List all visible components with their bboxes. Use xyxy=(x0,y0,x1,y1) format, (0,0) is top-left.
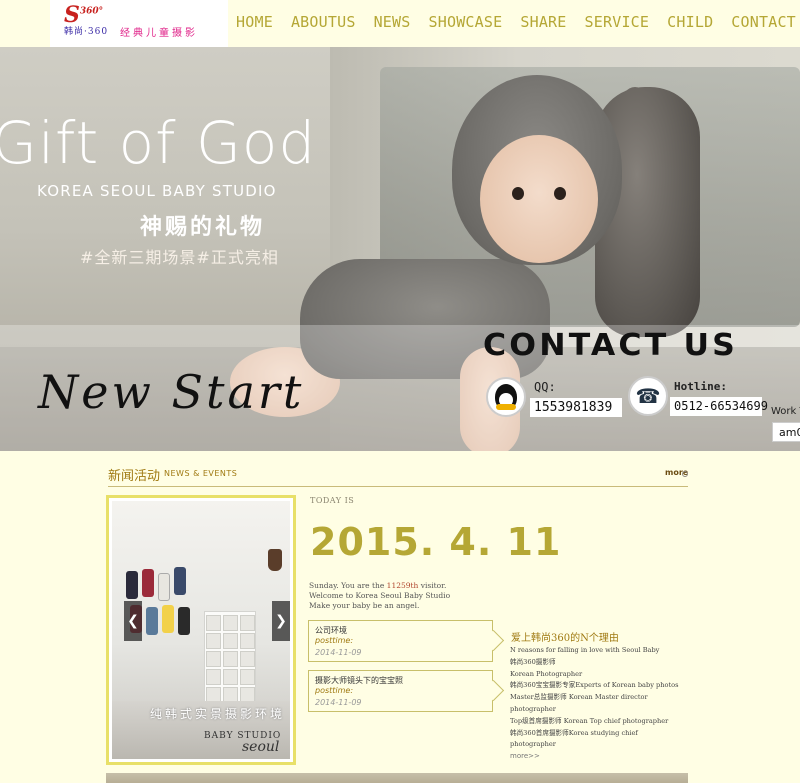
reasons-line: Top级首席摄影师 Korean Top chief photographer xyxy=(510,716,669,725)
shelf-grid xyxy=(206,615,255,703)
news-item-date: 2014-11-09 xyxy=(315,648,362,657)
nav-aboutus[interactable]: ABOUTUS xyxy=(291,13,356,31)
qq-icon[interactable] xyxy=(486,377,526,417)
qq-number[interactable]: 1553981839 xyxy=(530,398,622,417)
reasons-line: photographer xyxy=(510,704,556,713)
logo-brand-text: 韩尚·360 xyxy=(64,27,109,37)
wall-lamp xyxy=(268,549,282,571)
logo-tagline: 经典儿童摄影 xyxy=(120,28,198,39)
banner-slogan: New Start xyxy=(38,365,305,419)
site-header: S360° 韩尚·360 经典儿童摄影 HOME ABOUTUS NEWS SH… xyxy=(0,0,800,47)
main-nav: HOME ABOUTUS NEWS SHOWCASE SHARE SERVICE… xyxy=(236,13,800,31)
reasons-line: 韩尚360宝宝摄影专家Experts of Korean baby photos xyxy=(510,681,679,690)
slider-next-icon[interactable]: ❯ xyxy=(272,601,290,641)
reasons-title[interactable]: 爱上韩尚360的N个理由 xyxy=(511,629,619,644)
nav-child[interactable]: CHILD xyxy=(667,13,713,31)
studio-photo: ❮ ❯ 纯韩式实景摄影环境 BABY STUDIO seoul xyxy=(112,501,290,759)
today-label: TODAY IS xyxy=(310,496,355,505)
banner-zh-title: 神赐的礼物 xyxy=(140,215,266,240)
reasons-line: Korean Photographer xyxy=(510,669,583,678)
news-item-posttime-label: posttime: xyxy=(315,686,354,695)
hotline-number[interactable]: 0512-66534699 xyxy=(670,397,768,416)
reasons-line: 韩尚360首席摄影师Korea studying chief xyxy=(510,728,638,737)
more-circle-icon[interactable] xyxy=(682,471,688,477)
nav-share[interactable]: SHARE xyxy=(520,13,566,31)
visitor-count: 11259th xyxy=(386,581,419,590)
banner-zh-subtitle: #全新三期场景#正式亮相 xyxy=(80,248,279,267)
news-item[interactable]: 摄影大师镜头下的宝宝照 posttime: 2014-11-09 xyxy=(308,670,493,712)
reasons-more-link[interactable]: more>> xyxy=(510,752,540,760)
angel-text: Make your baby be an angel. xyxy=(309,601,420,610)
news-item[interactable]: 公司环境 posttime: 2014-11-09 xyxy=(308,620,493,662)
reasons-list: N reasons for falling in love with Seoul… xyxy=(510,645,690,751)
hotline-label: Hotline: xyxy=(674,380,727,393)
reasons-line: Master总监摄影师 Korean Master director xyxy=(510,693,648,702)
nav-home[interactable]: HOME xyxy=(236,13,273,31)
visitor-info: Sunday. You are the 11259th visitor. Wel… xyxy=(309,581,451,610)
current-date: 2015. 4. 11 xyxy=(310,520,562,564)
baby-eye-left xyxy=(512,187,524,200)
nav-contact[interactable]: CONTACT xyxy=(731,13,796,31)
reasons-line: photographer xyxy=(510,740,556,749)
site-logo[interactable]: S360° 韩尚·360 经典儿童摄影 xyxy=(50,0,228,47)
news-item-date: 2014-11-09 xyxy=(315,698,362,707)
welcome-text: Welcome to Korea Seoul Baby Studio xyxy=(309,591,451,600)
contact-heading: CONTACT US xyxy=(483,328,739,363)
news-item-posttime-label: posttime: xyxy=(315,636,354,645)
photo-brand-script: seoul xyxy=(242,739,280,755)
nav-news[interactable]: NEWS xyxy=(374,13,411,31)
hero-banner: Gift of God KOREA SEOUL BABY STUDIO 神赐的礼… xyxy=(0,47,800,451)
news-heading-en: NEWS & EVENTS xyxy=(164,469,238,478)
reasons-line: N reasons for falling in love with Seoul… xyxy=(510,646,660,654)
news-item-title[interactable]: 公司环境 xyxy=(315,625,347,636)
baby-face xyxy=(480,135,598,263)
news-heading-zh: 新闻活动 xyxy=(108,469,161,484)
banner-title: Gift of God xyxy=(0,109,317,177)
nav-service[interactable]: SERVICE xyxy=(585,13,650,31)
work-time-value: am0 xyxy=(772,422,800,442)
news-item-title[interactable]: 摄影大师镜头下的宝宝照 xyxy=(315,675,403,686)
news-section-header: 新闻活动 NEWS & EVENTS xyxy=(108,463,688,487)
bottom-strip xyxy=(106,773,688,783)
nav-showcase[interactable]: SHOWCASE xyxy=(429,13,503,31)
baby-eye-right xyxy=(554,187,566,200)
photo-caption: 纯韩式实景摄影环境 xyxy=(150,707,286,721)
qq-label: QQ: xyxy=(534,380,556,394)
slider-prev-icon[interactable]: ❮ xyxy=(124,601,142,641)
phone-icon[interactable]: ☎ xyxy=(628,376,668,416)
studio-photo-frame: ❮ ❯ 纯韩式实景摄影环境 BABY STUDIO seoul xyxy=(106,495,296,765)
work-time-label: Work T xyxy=(771,406,800,417)
banner-subtitle: KOREA SEOUL BABY STUDIO xyxy=(37,182,277,200)
reasons-line: 韩尚360摄影师 xyxy=(510,657,556,666)
